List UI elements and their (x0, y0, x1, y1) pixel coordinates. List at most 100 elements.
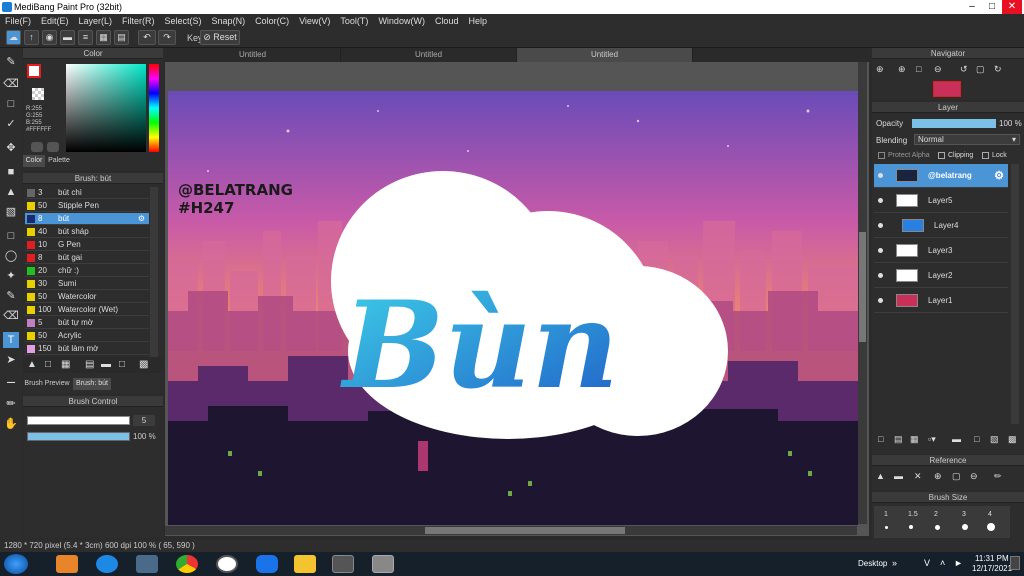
undo-icon[interactable]: ↶ (138, 30, 156, 45)
gradient-icon[interactable]: ▧ (3, 204, 19, 220)
windows-start-icon[interactable] (4, 554, 28, 574)
pinned-app-icon[interactable] (136, 555, 158, 573)
folder-icon[interactable] (294, 555, 316, 573)
duplicate-icon[interactable]: □ (119, 359, 125, 370)
brush-size-2[interactable]: 2 (934, 511, 938, 518)
tray-chevron-icon[interactable]: » (892, 558, 897, 568)
notification-icon[interactable] (1010, 556, 1020, 570)
close-button[interactable]: ✕ (1002, 0, 1022, 14)
hue-slider[interactable] (149, 64, 159, 152)
menu-window[interactable]: Window(W) (373, 14, 430, 28)
layer-opacity-slider[interactable] (912, 119, 996, 128)
brush-size-1[interactable]: 1 (884, 511, 888, 518)
merge-layer-icon[interactable]: ▧ (990, 434, 999, 445)
secondary-color-swatch[interactable] (32, 88, 44, 100)
new-1bit-layer-icon[interactable]: ▦ (910, 434, 919, 445)
maximize-button[interactable]: □ (982, 0, 1002, 14)
tab-palette[interactable]: Palette (46, 155, 72, 167)
brush-item[interactable]: 100 Watercolor (Wet) (25, 304, 149, 316)
color-square[interactable] (66, 64, 146, 152)
divide-icon[interactable]: ⚊ (3, 372, 19, 388)
tab-document-1[interactable]: Untitled (165, 48, 341, 62)
flip-icon[interactable]: ▢ (976, 64, 985, 75)
eraser-icon[interactable]: ⌫ (3, 76, 19, 92)
zoom-actual-icon[interactable]: □ (916, 64, 921, 74)
comment-icon[interactable]: ◉ (42, 30, 57, 45)
minimize-button[interactable]: – (962, 0, 982, 14)
menu-file[interactable]: File(F) (0, 14, 36, 28)
list-icon[interactable]: ≡ (78, 30, 93, 45)
reference-upload-icon[interactable]: ▲ (876, 471, 885, 481)
brush-icon[interactable]: ✓ (3, 116, 19, 132)
layer-row[interactable]: Layer1 (874, 289, 1008, 313)
medibang-icon[interactable] (372, 555, 394, 573)
menu-select[interactable]: Select(S) (160, 14, 207, 28)
brush-opacity-slider[interactable] (27, 432, 130, 441)
reference-close-icon[interactable]: ✕ (914, 471, 922, 482)
tray-up-icon[interactable]: ˄ (940, 558, 945, 568)
brush-item[interactable]: 150 bút làm mờ (25, 343, 149, 355)
new-halftone-layer-icon[interactable]: ▤ (894, 434, 903, 445)
eye-icon[interactable] (878, 198, 883, 203)
reference-zoom-out-icon[interactable]: ⊖ (970, 471, 978, 482)
brush-size-4[interactable]: 4 (988, 511, 992, 518)
add-layer-menu-icon[interactable]: ▫▾ (928, 434, 936, 445)
text-icon[interactable]: T (3, 332, 19, 348)
reference-eyedropper-icon[interactable]: ✏ (994, 471, 1002, 482)
delete-brush-icon[interactable]: ▩ (139, 359, 148, 370)
zoom-in-icon[interactable]: ⊕ (898, 64, 906, 75)
menu-tool[interactable]: Tool(T) (335, 14, 373, 28)
message-icon[interactable]: ▬ (60, 30, 75, 45)
brush-item[interactable]: 3 bút chì (25, 187, 149, 199)
tab-document-2[interactable]: Untitled (341, 48, 517, 62)
color-set-icon[interactable] (47, 142, 59, 152)
layer-folder-icon[interactable]: ▬ (952, 434, 961, 444)
pen-icon[interactable]: ✎ (3, 54, 19, 70)
menu-color[interactable]: Color(C) (250, 14, 294, 28)
lasso-icon[interactable]: ◯ (3, 248, 19, 264)
eye-icon[interactable] (878, 223, 883, 228)
add-brush-icon[interactable]: ▲ (27, 359, 37, 370)
chrome-active-icon[interactable] (332, 555, 354, 573)
layer-row[interactable]: Layer5 (874, 189, 1008, 213)
brush-item[interactable]: 10 G Pen (25, 239, 149, 251)
tab-color[interactable]: Color (23, 155, 45, 167)
new-brush-icon[interactable]: □ (45, 359, 51, 370)
speaker-icon[interactable]: ► (954, 558, 963, 568)
brush-size-slider[interactable] (27, 416, 130, 425)
menu-view[interactable]: View(V) (294, 14, 335, 28)
zalo-icon[interactable] (256, 555, 278, 573)
brush-item[interactable]: 40 bút sháp (25, 226, 149, 238)
eye-icon[interactable] (878, 298, 883, 303)
media-player-icon[interactable] (56, 555, 78, 573)
eye-icon[interactable] (878, 248, 883, 253)
brush-item[interactable]: 8 bút gai (25, 252, 149, 264)
select-pen-icon[interactable]: ✎ (3, 288, 19, 304)
zoom-out-icon[interactable]: ⊖ (934, 64, 942, 75)
gear-icon[interactable]: ⚙ (138, 214, 145, 223)
duplicate-layer-icon[interactable]: □ (974, 434, 979, 444)
reset-button[interactable]: ⊘ Reset (200, 30, 240, 45)
menu-layer[interactable]: Layer(L) (74, 14, 118, 28)
fill-rect-icon[interactable]: ■ (3, 164, 19, 180)
zoom-fit-icon[interactable]: ⊕ (876, 64, 884, 75)
bucket-icon[interactable]: ▲ (3, 184, 19, 200)
brush-size-1-5[interactable]: 1.5 (908, 511, 918, 518)
magic-wand-icon[interactable]: ✦ (3, 268, 19, 284)
move-icon[interactable]: ✥ (3, 140, 19, 156)
operation-icon[interactable]: ➤ (3, 352, 19, 368)
layer-list-scrollbar[interactable] (1011, 164, 1019, 424)
menu-cloud[interactable]: Cloud (430, 14, 464, 28)
horizontal-scrollbar[interactable] (165, 526, 857, 535)
select-eraser-icon[interactable]: ⌫ (3, 308, 19, 324)
clock-date[interactable]: 12/17/2021 (972, 564, 1012, 573)
brush-item[interactable]: 5 bút tự mờ (25, 317, 149, 329)
reference-zoom-in-icon[interactable]: ⊕ (934, 471, 942, 482)
brush-item[interactable]: 50 Watercolor (25, 291, 149, 303)
redo-icon[interactable]: ↷ (158, 30, 176, 45)
brush-item[interactable]: 50 Stipple Pen (25, 200, 149, 212)
rotate-right-icon[interactable]: ↻ (994, 64, 1002, 75)
blending-select[interactable]: Normal ▾ (914, 134, 1020, 145)
rotate-left-icon[interactable]: ↺ (960, 64, 968, 75)
clock-time[interactable]: 11:31 PM (975, 554, 1009, 563)
